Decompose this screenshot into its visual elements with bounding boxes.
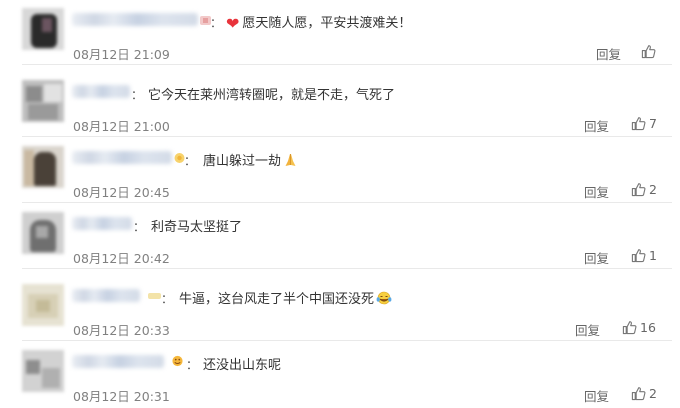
like-button[interactable] xyxy=(641,44,659,59)
like-count: 2 xyxy=(649,386,657,401)
divider xyxy=(22,64,672,65)
username-blurred[interactable] xyxy=(72,151,172,164)
comment-time: 08月12日 20:45 xyxy=(73,185,170,200)
comment-text: ❤ 愿天随人愿，平安共渡难关！ xyxy=(226,14,412,33)
like-button[interactable]: 2 xyxy=(631,182,657,197)
reply-button[interactable]: 回复 xyxy=(584,386,609,405)
reply-button[interactable]: 回复 xyxy=(575,320,600,339)
vip-badge-icon xyxy=(148,293,161,299)
comment-item: ： 利奇马太坚挺了 08月12日 20:42 回复 1 xyxy=(0,204,680,269)
username-blurred[interactable] xyxy=(72,85,130,98)
comment-time: 08月12日 21:00 xyxy=(73,119,170,134)
comment-time: 08月12日 20:33 xyxy=(73,323,170,338)
like-button[interactable]: 7 xyxy=(631,116,657,131)
divider xyxy=(22,136,672,137)
like-button[interactable]: 1 xyxy=(631,248,657,263)
divider xyxy=(22,268,672,269)
comment-time: 08月12日 20:31 xyxy=(73,389,170,404)
comment-time: 08月12日 20:42 xyxy=(73,251,170,266)
username-blurred[interactable] xyxy=(72,289,140,302)
reply-button[interactable]: 回复 xyxy=(584,182,609,201)
comment-item: ： 牛逼，这台风走了半个中国还没死 08月12日 20:33 回复 16 xyxy=(0,276,680,341)
comment-text: 牛逼，这台风走了半个中国还没死 xyxy=(179,288,392,307)
like-count: 1 xyxy=(649,248,657,263)
reply-button[interactable]: 回复 xyxy=(596,44,621,63)
comment-item: ： 还没出山东呢 08月12日 20:31 回复 2 xyxy=(0,342,680,407)
reply-button[interactable]: 回复 xyxy=(584,116,609,135)
comment-item: ： 它今天在莱州湾转圈呢，就是不走，气死了 08月12日 21:00 回复 7 xyxy=(0,72,680,137)
like-count: 16 xyxy=(640,320,656,335)
thumbs-up-icon xyxy=(631,249,646,263)
avatar[interactable] xyxy=(22,80,64,122)
username-blurred[interactable] xyxy=(72,217,132,230)
name-colon: ： xyxy=(131,88,144,102)
avatar[interactable] xyxy=(22,212,64,254)
avatar[interactable] xyxy=(22,350,64,392)
comment-list: ： ❤ 愿天随人愿，平安共渡难关！ 08月12日 21:09 回复 ： 它今天在莱… xyxy=(0,0,680,408)
name-colon: ： xyxy=(184,154,197,168)
thumbs-up-icon xyxy=(622,321,637,335)
like-count: 7 xyxy=(649,116,657,131)
name-colon: ： xyxy=(186,358,199,372)
reply-button[interactable]: 回复 xyxy=(584,248,609,267)
tears-of-joy-emoji xyxy=(376,291,392,305)
thumbs-up-icon xyxy=(631,117,646,131)
like-button[interactable]: 2 xyxy=(631,386,657,401)
folded-hands-emoji xyxy=(285,154,296,166)
comment-item: ： ❤ 愿天随人愿，平安共渡难关！ 08月12日 21:09 回复 xyxy=(0,0,680,65)
comment-text: 它今天在莱州湾转圈呢，就是不走，气死了 xyxy=(148,88,396,103)
avatar[interactable] xyxy=(22,146,64,188)
divider xyxy=(22,340,672,341)
thumbs-up-icon xyxy=(631,387,646,401)
comment-text: 唐山躲过一劫 xyxy=(203,150,298,169)
red-heart-icon: ❤ xyxy=(226,14,240,33)
vip-badge-icon xyxy=(172,355,183,367)
username-blurred[interactable] xyxy=(72,13,198,26)
name-colon: ： xyxy=(210,16,223,30)
comment-text: 利奇马太坚挺了 xyxy=(151,220,243,235)
comment-item: ： 唐山躲过一劫 08月12日 20:45 回复 2 xyxy=(0,138,680,203)
comment-text: 还没出山东呢 xyxy=(203,358,282,373)
like-button[interactable]: 16 xyxy=(622,320,656,335)
avatar[interactable] xyxy=(22,284,64,326)
name-colon: ： xyxy=(161,292,174,306)
comment-time: 08月12日 21:09 xyxy=(73,47,170,62)
divider xyxy=(22,202,672,203)
thumbs-up-icon xyxy=(631,183,646,197)
like-count: 2 xyxy=(649,182,657,197)
username-blurred[interactable] xyxy=(72,355,164,368)
thumbs-up-icon xyxy=(641,45,656,59)
name-colon: ： xyxy=(133,220,146,234)
avatar[interactable] xyxy=(22,8,64,50)
